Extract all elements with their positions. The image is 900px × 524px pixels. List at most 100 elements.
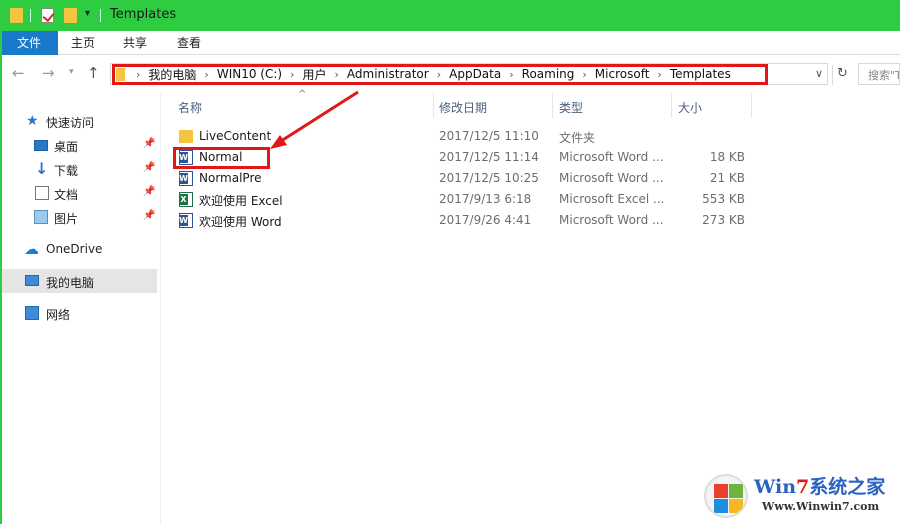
file-date: 2017/9/13 6:18 (439, 192, 532, 206)
pin-icon[interactable]: 📌 (143, 138, 155, 149)
refresh-icon[interactable]: ↻ (832, 65, 852, 85)
ribbon-tabs: 文件 主页 共享 查看 (0, 31, 900, 55)
logo-quadrant (714, 499, 728, 513)
address-row: ← → ▾ ↑ › 我的电脑 › WIN10 (C:) › 用户 › Admin… (0, 55, 900, 93)
sidebar-item-quick-access[interactable]: ★ 快速访问 (0, 109, 157, 133)
tab-share[interactable]: 共享 (114, 31, 156, 55)
column-divider[interactable] (751, 93, 752, 118)
cloud-icon: ☁ (24, 240, 39, 258)
window-title: Templates (110, 7, 177, 22)
file-name: 欢迎使用 Word (199, 215, 282, 229)
column-divider[interactable] (433, 93, 434, 118)
file-type: 文件夹 (559, 131, 596, 145)
file-name: LiveContent (199, 129, 272, 143)
file-type: Microsoft Word ... (559, 150, 664, 164)
sidebar-item-label: 网络 (46, 308, 71, 322)
sidebar-item-label: 桌面 (54, 140, 79, 154)
file-size: 553 KB (702, 192, 745, 206)
sidebar-item-onedrive[interactable]: ☁ OneDrive (0, 237, 157, 261)
forward-arrow-icon[interactable]: → (42, 64, 55, 82)
column-divider[interactable] (552, 93, 553, 118)
new-folder-icon[interactable] (64, 8, 77, 23)
file-row[interactable]: 欢迎使用 Excel 2017/9/13 6:18 Microsoft Exce… (173, 189, 753, 210)
sidebar-item-label: OneDrive (46, 242, 103, 256)
file-row[interactable]: LiveContent 2017/12/5 11:10 文件夹 (173, 126, 753, 147)
word-icon (179, 213, 193, 228)
file-type: Microsoft Word ... (559, 213, 664, 227)
file-name: 欢迎使用 Excel (199, 194, 283, 208)
sidebar-item-label: 下载 (54, 164, 79, 178)
file-type: Microsoft Word ... (559, 171, 664, 185)
toolbar-separator (100, 9, 101, 22)
column-header-name[interactable]: 名称 (178, 99, 202, 116)
watermark: Win7系统之家 Www.Winwin7.com (700, 470, 898, 522)
watermark-url: Www.Winwin7.com (762, 500, 880, 513)
sidebar-item-pictures[interactable]: 图片 📌 (0, 205, 157, 229)
file-list: ^ 名称 修改日期 类型 大小 LiveContent 2017/12/5 11… (161, 89, 900, 524)
file-date: 2017/12/5 10:25 (439, 171, 539, 185)
excel-icon (179, 192, 193, 207)
pictures-icon (34, 210, 48, 224)
file-size: 21 KB (709, 171, 745, 185)
column-header-size[interactable]: 大小 (678, 99, 702, 116)
logo-quadrant (714, 484, 728, 498)
title-bar: ▾ Templates (0, 0, 900, 31)
sidebar-item-label: 我的电脑 (46, 276, 95, 290)
windows-logo-icon (704, 474, 748, 518)
address-dropdown-icon[interactable]: ∨ (815, 67, 823, 80)
toolbar-separator (30, 9, 31, 22)
watermark-brand: Win7系统之家 (754, 472, 885, 499)
watermark-brand-suffix: 系统之家 (809, 476, 886, 498)
sidebar-item-label: 文档 (54, 188, 79, 202)
watermark-brand-prefix: Win (754, 476, 797, 498)
sidebar-item-documents[interactable]: 文档 📌 (0, 181, 157, 205)
up-arrow-icon[interactable]: ↑ (87, 64, 100, 82)
file-type: Microsoft Excel ... (559, 192, 665, 206)
file-name: NormalPre (199, 171, 262, 185)
word-icon (179, 171, 193, 186)
column-header-type[interactable]: 类型 (559, 99, 583, 116)
file-highlight-box (173, 147, 270, 169)
sidebar-item-downloads[interactable]: ↓ 下载 📌 (0, 157, 157, 181)
file-row[interactable]: NormalPre 2017/12/5 10:25 Microsoft Word… (173, 168, 753, 189)
file-size: 273 KB (702, 213, 745, 227)
folder-icon (10, 8, 23, 23)
pin-icon[interactable]: 📌 (143, 186, 155, 197)
back-arrow-icon[interactable]: ← (12, 64, 25, 82)
properties-icon[interactable] (41, 8, 54, 23)
logo-quadrant (729, 499, 743, 513)
folder-icon (179, 130, 193, 143)
customize-toolbar-icon[interactable]: ▾ (85, 8, 90, 19)
column-header-date[interactable]: 修改日期 (439, 99, 487, 116)
pin-icon[interactable]: 📌 (143, 162, 155, 173)
sidebar-item-this-pc[interactable]: 我的电脑 (0, 269, 157, 293)
file-date: 2017/9/26 4:41 (439, 213, 532, 227)
star-icon: ★ (26, 113, 39, 129)
sidebar-item-desktop[interactable]: 桌面 📌 (0, 133, 157, 157)
file-date: 2017/12/5 11:14 (439, 150, 539, 164)
watermark-brand-seven: 7 (796, 476, 810, 498)
sort-ascending-icon: ^ (298, 89, 307, 100)
address-highlight-box (112, 64, 768, 85)
sidebar-item-label: 快速访问 (46, 116, 95, 130)
column-divider[interactable] (671, 93, 672, 118)
tab-file[interactable]: 文件 (0, 31, 58, 55)
navigation-pane: ★ 快速访问 桌面 📌 ↓ 下载 📌 文档 📌 图片 📌 ☁ OneDrive … (0, 93, 160, 524)
recent-locations-chevron-icon[interactable]: ▾ (69, 67, 74, 77)
file-date: 2017/12/5 11:10 (439, 129, 539, 143)
file-row[interactable]: 欢迎使用 Word 2017/9/26 4:41 Microsoft Word … (173, 210, 753, 231)
sidebar-item-network[interactable]: 网络 (0, 301, 157, 325)
tab-home[interactable]: 主页 (62, 31, 104, 55)
tab-view[interactable]: 查看 (168, 31, 210, 55)
computer-icon (25, 275, 39, 286)
file-size: 18 KB (709, 150, 745, 164)
sidebar-item-label: 图片 (54, 212, 79, 226)
search-input[interactable]: 搜索"Templates" (858, 63, 900, 85)
network-icon (25, 306, 39, 320)
document-icon (35, 186, 49, 200)
window-border (0, 31, 2, 524)
download-arrow-icon: ↓ (35, 159, 49, 178)
desktop-icon (34, 140, 48, 151)
pin-icon[interactable]: 📌 (143, 210, 155, 221)
logo-quadrant (729, 484, 743, 498)
